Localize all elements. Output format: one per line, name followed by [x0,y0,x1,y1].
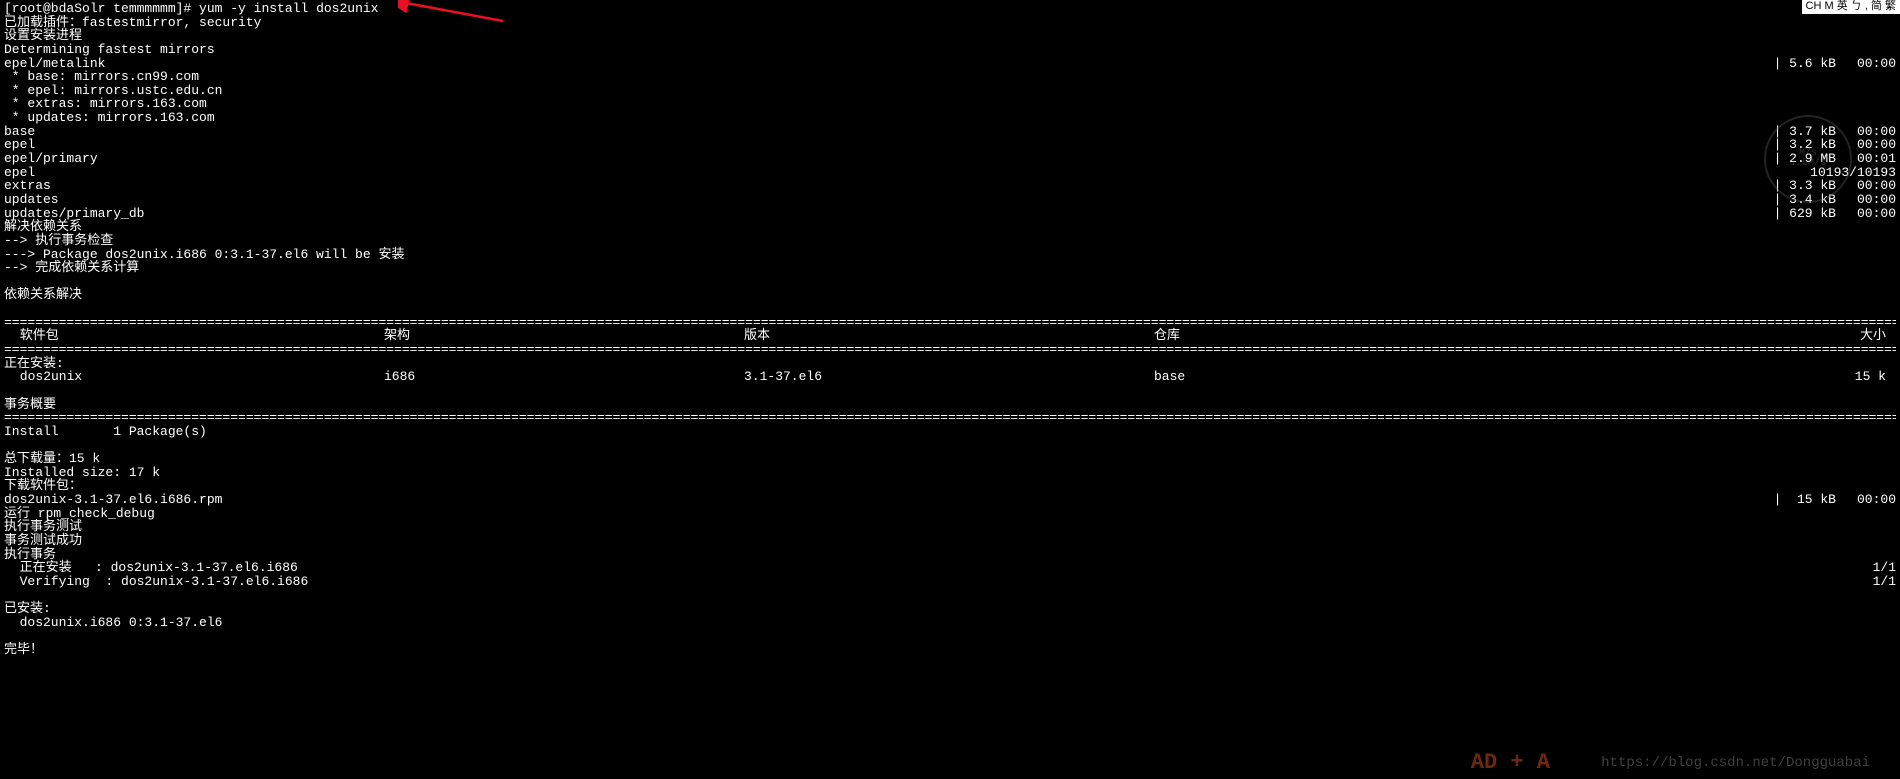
blank-line [4,589,1896,603]
output-line: dos2unix.i686 0:3.1-37.el6 [4,616,1896,630]
output-line: 设置安装进程 [4,29,1896,43]
output-line: 执行事务 [4,548,1896,562]
output-line: * base: mirrors.cn99.com [4,70,1896,84]
watermark-url: https://blog.csdn.net/Dongguabai [1601,756,1870,771]
output-line: updates | 3.4 kB 00:00 [4,193,1896,207]
separator: ========================================… [4,343,1896,357]
output-line: ---> Package dos2unix.i686 0:3.1-37.el6 … [4,248,1896,262]
output-line: epel/metalink | 5.6 kB 00:00 [4,57,1896,71]
output-line: --> 完成依赖关系计算 [4,261,1896,275]
blank-line [4,275,1896,289]
watermark-badge: AD + A [1471,751,1550,774]
blank-line [4,384,1896,398]
output-line: Install 1 Package(s) [4,425,1896,439]
output-line: * epel: mirrors.ustc.edu.cn [4,84,1896,98]
section-header: 已安装: [4,602,1896,616]
table-row: dos2unix i686 3.1-37.el6 base 15 k [4,370,1896,384]
output-line: Determining fastest mirrors [4,43,1896,57]
blank-line [4,629,1896,643]
blank-line [4,302,1896,316]
output-line: 运行 rpm_check_debug [4,507,1896,521]
output-line: * updates: mirrors.163.com [4,111,1896,125]
output-line: Installed size: 17 k [4,466,1896,480]
output-line: 事务概要 [4,398,1896,412]
output-line: epel | 3.2 kB 00:00 [4,138,1896,152]
blank-line [4,439,1896,453]
output-line: 依赖关系解决 [4,288,1896,302]
output-line: 正在安装 : dos2unix-3.1-37.el6.i686 1/1 [4,561,1896,575]
output-line: updates/primary_db | 629 kB 00:00 [4,207,1896,221]
output-line: --> 执行事务检查 [4,234,1896,248]
separator: ========================================… [4,411,1896,425]
output-line: 下载软件包： [4,479,1896,493]
output-line: 已加载插件：fastestmirror, security [4,16,1896,30]
ime-status-badge: CH M 英 ㄅ , 简 繁 [1802,0,1900,14]
separator: ========================================… [4,316,1896,330]
output-line: extras | 3.3 kB 00:00 [4,179,1896,193]
output-line: * extras: mirrors.163.com [4,97,1896,111]
output-line: 完毕！ [4,643,1896,657]
section-header: 正在安装: [4,357,1896,371]
table-header: 软件包 架构 版本 仓库 大小 [4,329,1896,343]
output-line: 执行事务测试 [4,520,1896,534]
output-line: 事务测试成功 [4,534,1896,548]
output-line: epel/primary | 2.9 MB 00:01 [4,152,1896,166]
output-line: dos2unix-3.1-37.el6.i686.rpm | 15 kB 00:… [4,493,1896,507]
output-line: 解决依赖关系 [4,220,1896,234]
output-line: Verifying : dos2unix-3.1-37.el6.i686 1/1 [4,575,1896,589]
output-line: base | 3.7 kB 00:00 [4,125,1896,139]
output-line: epel 10193/10193 [4,166,1896,180]
prompt-line[interactable]: [root@bdaSolr temmmmmm]# yum -y install … [4,2,1896,16]
output-line: 总下载量：15 k [4,452,1896,466]
